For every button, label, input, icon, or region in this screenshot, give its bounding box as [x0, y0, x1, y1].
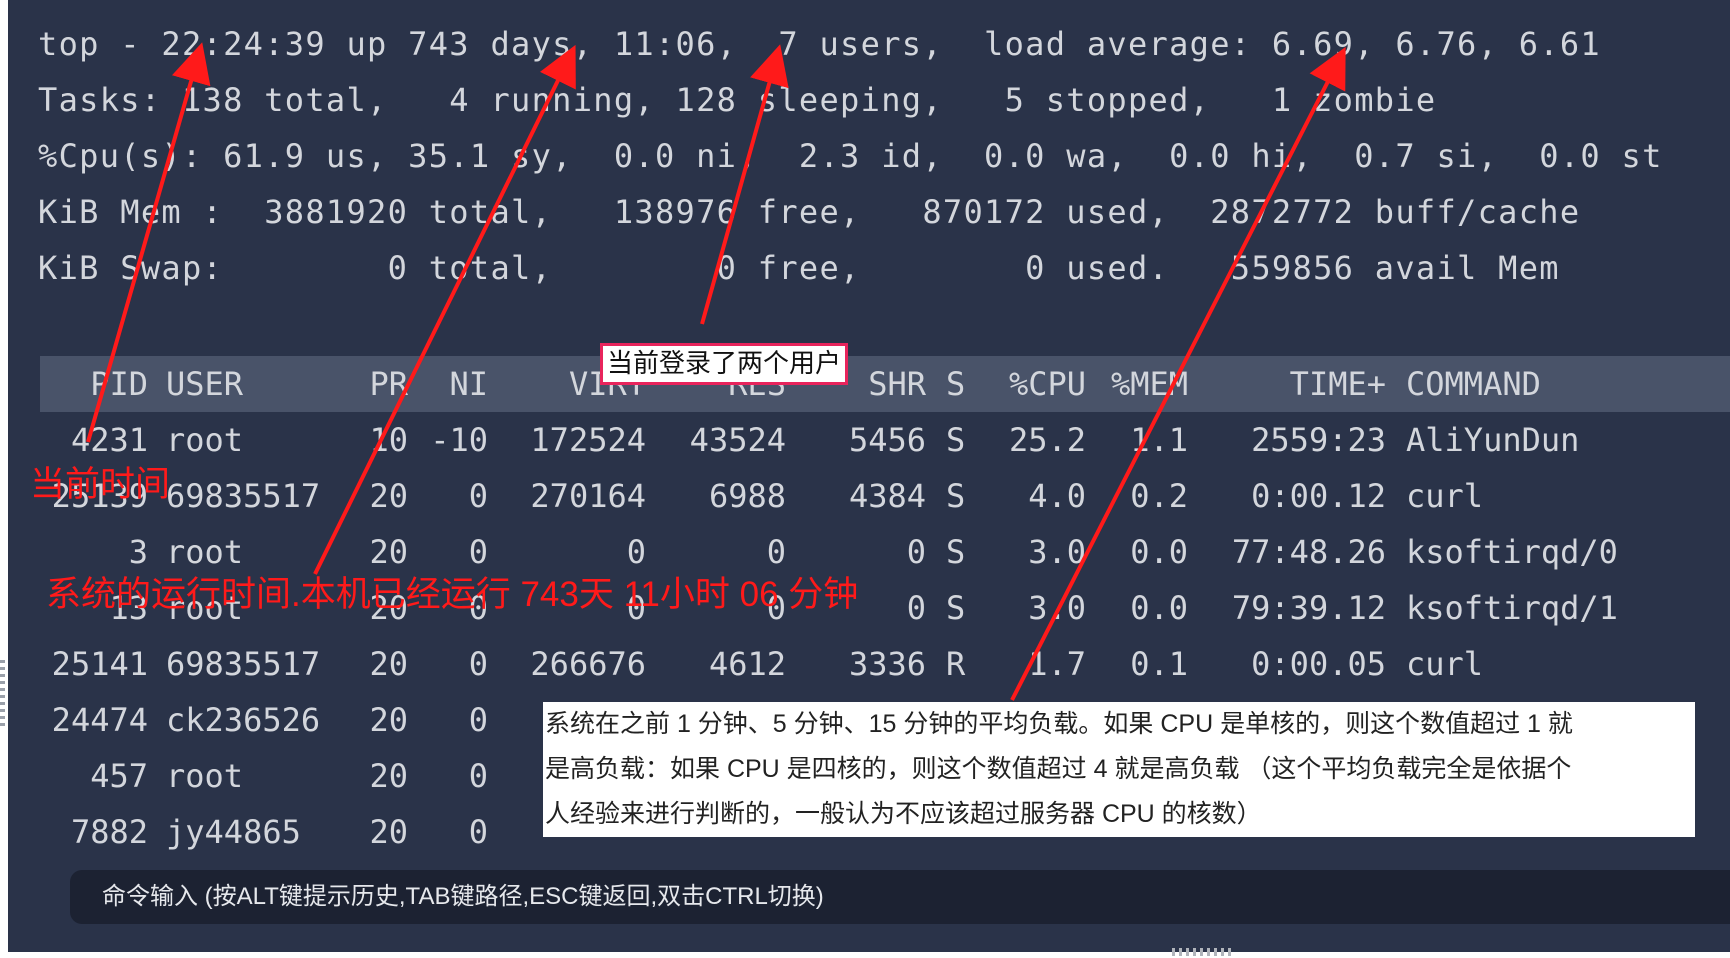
cell-time: 0:00.05: [1251, 645, 1386, 683]
cell-user: ck236526: [166, 701, 321, 739]
annotation-load-average-box: 系统在之前 1 分钟、5 分钟、15 分钟的平均负载。如果 CPU 是单核的，则…: [543, 702, 1695, 837]
summary-swap-line: KiB Swap: 0 total, 0 free, 0 used. 55985…: [38, 249, 1560, 287]
cell-state: S: [946, 533, 966, 571]
cell-user: USER: [166, 365, 244, 403]
cell-state: S: [946, 589, 966, 627]
cell-state: S: [946, 421, 966, 459]
cell-command: curl: [1406, 645, 1484, 683]
cell-user: jy44865: [166, 813, 301, 851]
cell-time: 0:00.12: [1251, 477, 1386, 515]
cell-mem: 1.1: [1130, 421, 1188, 459]
cell-time: 2559:23: [1251, 421, 1386, 459]
command-input-hint: 命令输入 (按ALT键提示历史,TAB键路径,ESC键返回,双击CTRL切换): [102, 883, 824, 910]
cell-time: TIME+: [1289, 365, 1386, 403]
cell-pr: 20: [369, 477, 408, 515]
cell-virt: 270164: [530, 477, 646, 515]
cell-res: 4612: [708, 645, 786, 683]
cell-shr: 0: [906, 533, 926, 571]
cell-pid: 24474: [51, 701, 148, 739]
cell-virt: 266676: [530, 645, 646, 683]
cell-command: curl: [1406, 477, 1484, 515]
summary-tasks-line: Tasks: 138 total, 4 running, 128 sleepin…: [38, 81, 1437, 119]
cell-ni: NI: [449, 365, 488, 403]
cell-command: ksoftirqd/1: [1406, 589, 1618, 627]
cell-virt: 172524: [530, 421, 646, 459]
cell-user: 69835517: [166, 645, 321, 683]
annotation-users-box: 当前登录了两个用户: [600, 343, 849, 385]
cell-time: 77:48.26: [1231, 533, 1386, 571]
cell-time: 79:39.12: [1231, 589, 1386, 627]
cell-shr: 3336: [848, 645, 926, 683]
command-input-bar[interactable]: 命令输入 (按ALT键提示历史,TAB键路径,ESC键返回,双击CTRL切换): [70, 870, 1730, 924]
cell-shr: SHR: [868, 365, 926, 403]
cell-pid: 457: [90, 757, 148, 795]
cell-command: COMMAND: [1406, 365, 1541, 403]
annotation-uptime: 系统的运行时间.本机已经运行 743天 11小时 06 分钟: [46, 575, 859, 614]
cell-ni: 0: [468, 701, 488, 739]
bottom-resize-handle[interactable]: [1172, 948, 1232, 956]
cell-mem: 0.0: [1130, 589, 1188, 627]
cell-cpu: 1.7: [1028, 645, 1086, 683]
cell-cpu: 25.2: [1008, 421, 1086, 459]
table-row[interactable]: 4231 root 10 -10 172524 43524 5456 S 25.2 1.1 2559…: [8, 412, 1730, 468]
cell-shr: 0: [906, 589, 926, 627]
cell-pr: PR: [369, 365, 408, 403]
cell-cpu: %CPU: [1008, 365, 1086, 403]
cell-state: R: [946, 645, 966, 683]
cell-ni: 0: [468, 477, 488, 515]
cell-pid: 25141: [51, 645, 148, 683]
cell-mem: 0.1: [1130, 645, 1188, 683]
cell-ni: 0: [468, 757, 488, 795]
annotation-load-line: 是高负载：如果 CPU 是四核的，则这个数值超过 4 就是高负载 （这个平均负载…: [545, 755, 1572, 783]
cell-cpu: 3.0: [1028, 533, 1086, 571]
cell-command: AliYunDun: [1406, 421, 1580, 459]
cell-mem: 0.2: [1130, 477, 1188, 515]
cell-pr: 20: [369, 757, 408, 795]
cell-state: S: [946, 365, 966, 403]
cell-res: 43524: [689, 421, 786, 459]
summary-cpu-line: %Cpu(s): 61.9 us, 35.1 sy, 0.0 ni, 2.3 i…: [38, 137, 1663, 175]
cell-pr: 20: [369, 701, 408, 739]
cell-ni: 0: [468, 645, 488, 683]
summary-mem-line: KiB Mem : 3881920 total, 138976 free, 87…: [38, 193, 1581, 231]
cell-cpu: 4.0: [1028, 477, 1086, 515]
cell-pid: 7882: [70, 813, 148, 851]
annotation-load-line: 系统在之前 1 分钟、5 分钟、15 分钟的平均负载。如果 CPU 是单核的，则…: [545, 710, 1573, 738]
cell-pid: PID: [90, 365, 148, 403]
cell-pr: 20: [369, 813, 408, 851]
table-row[interactable]: 25141 69835517 20 0 266676 4612 3336 R 1.7 0.1 0:0…: [8, 636, 1730, 692]
cell-pr: 20: [369, 645, 408, 683]
table-row[interactable]: 25139 69835517 20 0 270164 6988 4384 S 4.0 0.2 0:0…: [8, 468, 1730, 524]
cell-user: root: [166, 757, 244, 795]
process-table-header: PIDUSERPRNIVIRTRESSHRS%CPU%MEMTIME+COMMA…: [40, 356, 1730, 412]
resize-handle[interactable]: [0, 660, 5, 730]
cell-mem: 0.0: [1130, 533, 1188, 571]
cell-user: root: [166, 421, 244, 459]
cell-shr: 5456: [848, 421, 926, 459]
cell-ni: 0: [468, 813, 488, 851]
cell-state: S: [946, 477, 966, 515]
annotation-load-line: 人经验来进行判断的，一般认为不应该超过服务器 CPU 的核数）: [545, 800, 1262, 828]
cell-user: 69835517: [166, 477, 321, 515]
cell-shr: 4384: [848, 477, 926, 515]
annotation-current-time: 当前时间: [30, 465, 171, 504]
summary-uptime-line: top - 22:24:39 up 743 days, 11:06, 7 use…: [38, 25, 1601, 63]
cell-res: 6988: [708, 477, 786, 515]
cell-ni: -10: [430, 421, 488, 459]
cell-pr: 10: [369, 421, 408, 459]
cell-mem: %MEM: [1110, 365, 1188, 403]
cell-cpu: 3.0: [1028, 589, 1086, 627]
cell-command: ksoftirqd/0: [1406, 533, 1618, 571]
